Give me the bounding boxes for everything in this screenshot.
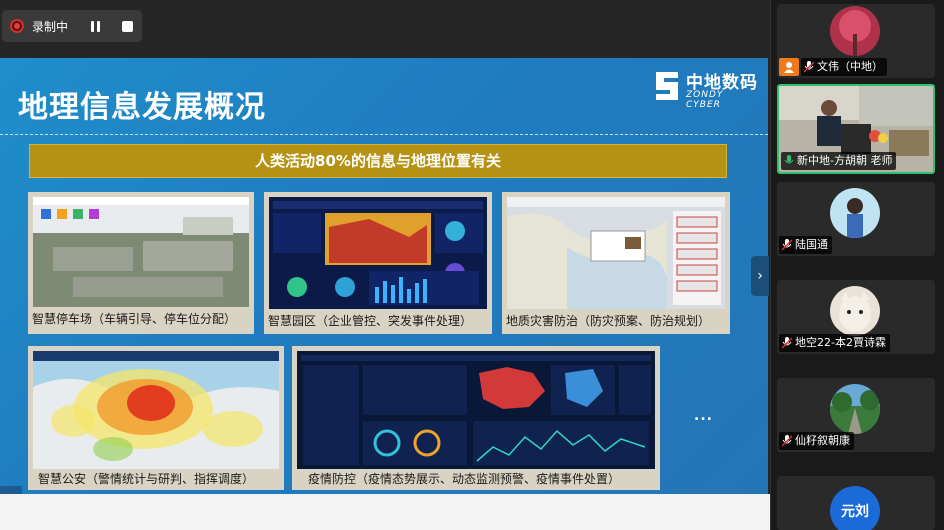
participant-tile[interactable]: 文伟（中地） xyxy=(777,4,935,78)
avatar-initials: 元刘 xyxy=(841,504,869,520)
slide-list-toggle[interactable] xyxy=(0,486,22,494)
recording-bar: 录制中 xyxy=(2,10,142,42)
geo-disaster-map-image xyxy=(507,197,725,309)
participant-name-tag: 仙籽叙朝康 xyxy=(779,432,854,450)
avatar xyxy=(830,6,880,56)
stage-bottom-strip xyxy=(0,494,770,530)
card-caption: 智慧公安（警情统计与研判、指挥调度） xyxy=(38,472,255,486)
smart-parking-image xyxy=(33,197,249,307)
participant-panel: 文伟（中地） 新中地-方胡朝 老师 陆国通 地空22-本2賈诗霖 仙籽叙朝康 元… xyxy=(770,0,944,530)
chevron-right-icon: › xyxy=(757,268,763,284)
logo-text-en: ZONDY CYBER xyxy=(686,90,724,110)
stop-icon xyxy=(121,20,133,32)
mic-muted-icon xyxy=(782,435,792,447)
avatar xyxy=(830,188,880,238)
card-caption: 疫情防控（疫情态势展示、动态监测预警、疫情事件处置） xyxy=(308,472,621,486)
avatar xyxy=(830,384,880,434)
recording-status-label: 录制中 xyxy=(32,19,69,34)
participant-name: 陆国通 xyxy=(795,238,828,251)
participant-tile[interactable]: 元刘 xyxy=(777,476,935,530)
card-caption: 地质灾害防治（防灾预案、防治规划） xyxy=(506,314,711,328)
smart-park-image xyxy=(269,197,487,309)
mic-muted-icon xyxy=(782,337,792,349)
participant-name-tag: 地空22-本2賈诗霖 xyxy=(779,334,890,352)
meeting-window: 录制中 地理信息发展概况 中地数码 ZONDY CYBER 人类活动80%的信息… xyxy=(0,0,944,530)
more-ellipsis: ... xyxy=(694,408,713,424)
logo-mark-icon xyxy=(656,72,678,100)
title-divider xyxy=(0,134,768,135)
card-smart-park: 智慧园区（企业管控、突发事件处理） xyxy=(264,192,492,334)
smart-police-heatmap-image xyxy=(33,351,279,469)
card-epidemic-control: 疫情防控（疫情态势展示、动态监测预警、疫情事件处置） xyxy=(292,346,660,490)
avatar xyxy=(830,286,880,336)
participant-name-tag: 陆国通 xyxy=(779,236,832,254)
host-user-icon xyxy=(779,58,799,76)
participant-name: 仙籽叙朝康 xyxy=(795,434,850,447)
shared-screen-area: 录制中 地理信息发展概况 中地数码 ZONDY CYBER 人类活动80%的信息… xyxy=(0,0,770,530)
recording-indicator-icon xyxy=(10,19,24,33)
participant-name: 新中地-方胡朝 老师 xyxy=(797,154,893,167)
slide-title: 地理信息发展概况 xyxy=(18,90,266,125)
company-logo: 中地数码 ZONDY CYBER xyxy=(652,66,762,110)
participant-tile-active-speaker[interactable]: 新中地-方胡朝 老师 xyxy=(777,84,935,174)
avatar: 元刘 xyxy=(830,486,880,530)
participant-name-tag: 新中地-方胡朝 老师 xyxy=(781,152,897,170)
pause-icon xyxy=(90,20,100,32)
mic-muted-icon xyxy=(782,239,792,251)
collapse-panel-button[interactable]: › xyxy=(751,256,769,296)
participant-name: 地空22-本2賈诗霖 xyxy=(795,336,886,349)
card-smart-parking: 智慧停车场（车辆引导、停车位分配） xyxy=(28,192,254,334)
participant-tile[interactable]: 陆国通 xyxy=(777,182,935,256)
mic-muted-icon xyxy=(804,61,814,73)
participant-name-tag: 文伟（中地） xyxy=(801,58,887,76)
presentation-slide: 地理信息发展概况 中地数码 ZONDY CYBER 人类活动80%的信息与地理位… xyxy=(0,58,768,494)
pause-recording-button[interactable] xyxy=(82,13,108,39)
participant-name: 文伟（中地） xyxy=(817,60,883,73)
participant-tile[interactable]: 仙籽叙朝康 xyxy=(777,378,935,452)
stop-recording-button[interactable] xyxy=(114,13,140,39)
card-caption: 智慧园区（企业管控、突发事件处理） xyxy=(268,314,473,328)
slide-banner: 人类活动80%的信息与地理位置有关 xyxy=(29,144,727,178)
mic-active-icon xyxy=(784,155,794,164)
epidemic-dashboard-image xyxy=(297,351,655,469)
card-caption: 智慧停车场（车辆引导、停车位分配） xyxy=(32,312,237,326)
card-smart-police: 智慧公安（警情统计与研判、指挥调度） xyxy=(28,346,284,490)
card-geo-disaster: 地质灾害防治（防灾预案、防治规划） xyxy=(502,192,730,334)
participant-tile[interactable]: 地空22-本2賈诗霖 xyxy=(777,280,935,354)
